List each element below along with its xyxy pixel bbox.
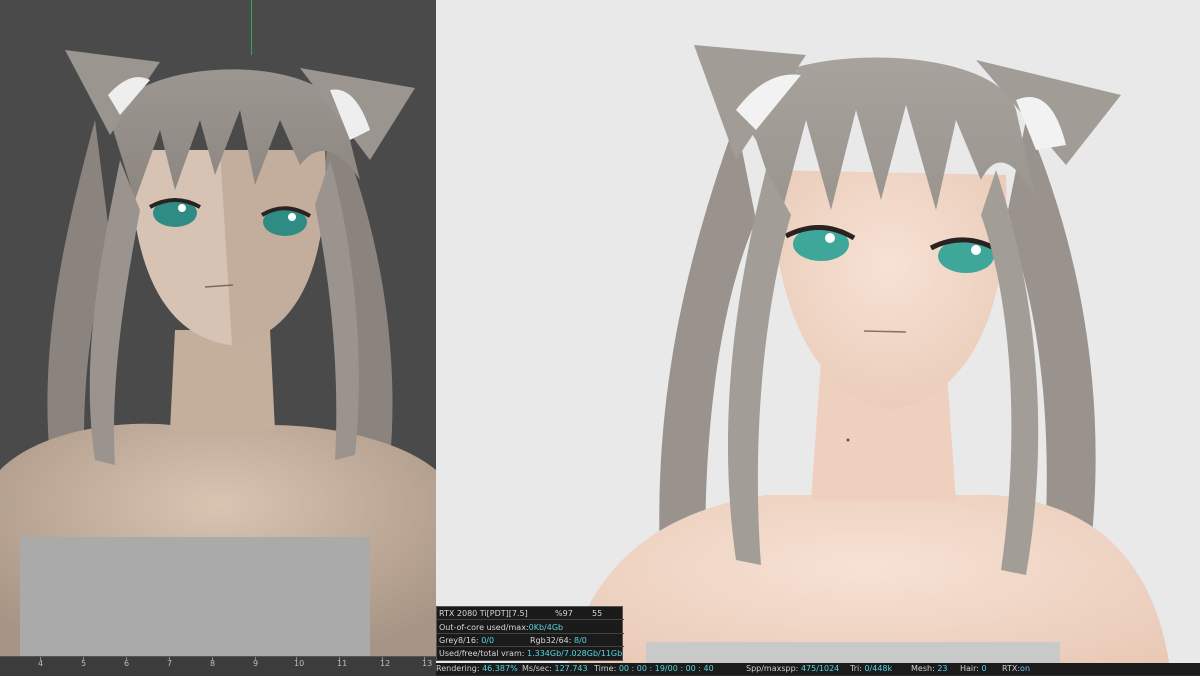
timeline-tick: 7 (167, 659, 173, 668)
timeline-tick-mark (339, 657, 340, 660)
rendering-value: 46.387% (482, 664, 518, 673)
mesh-label: Mesh: (911, 664, 935, 673)
tri-value: 0/448k (864, 664, 893, 673)
gpu-usage: %97 (555, 609, 573, 618)
timeline-tick: 9 (253, 659, 259, 668)
timeline-tick: 11 (337, 659, 348, 668)
grey-label: Grey8/16: (439, 636, 479, 645)
rgb-value: 8/0 (574, 636, 587, 645)
timeline-tick-mark (296, 657, 297, 660)
vram-label: Used/free/total vram: (439, 649, 525, 658)
render-status-bar: Rendering: 46.387% Ms/sec: 127.743 Time:… (436, 663, 1200, 675)
render-view[interactable] (436, 0, 1200, 675)
hair-label: Hair: (960, 664, 979, 673)
timeline-tick-mark (212, 657, 213, 660)
ms-label: Ms/sec: (522, 664, 552, 673)
gpu-row: RTX 2080 Ti[PDT][7.5] %97 55 (437, 607, 624, 620)
timeline-tick-mark (126, 657, 127, 660)
ms-value: 127.743 (554, 664, 588, 673)
rendering-label: Rendering: (436, 664, 480, 673)
timeline-tick-mark (40, 657, 41, 660)
timeline-tick: 10 (294, 659, 305, 668)
timeline-tick-mark (169, 657, 170, 660)
time-label: Time: (594, 664, 617, 673)
rtx-value: on (1020, 664, 1031, 673)
vram-value: 1.334Gb/7.028Gb/11Gb (526, 649, 623, 658)
timeline-tick-mark (83, 657, 84, 660)
timeline-tick-mark (255, 657, 256, 660)
viewport-character-model (0, 50, 436, 656)
rtx-label: RTX: (1002, 664, 1021, 673)
gpu-stats-panel: RTX 2080 Ti[PDT][7.5] %97 55 Out-of-core… (436, 606, 624, 661)
timeline-tick-mark (424, 657, 425, 660)
texture-row: Grey8/16: 0/0 Rgb32/64: 8/0 (437, 634, 624, 647)
time-value: 00 : 00 : 19/00 : 00 : 40 (618, 664, 714, 673)
timeline-tick: 12 (380, 659, 391, 668)
hair-value: 0 (981, 664, 987, 673)
grey-value: 0/0 (481, 636, 495, 645)
timeline-bar[interactable]: 4 5 6 7 8 9 10 11 12 13 (0, 656, 436, 676)
timeline-tick: 8 (210, 659, 216, 668)
timeline-tick-mark (382, 657, 383, 660)
tri-label: Tri: (850, 664, 862, 673)
out-of-core-row: Out-of-core used/max:0Kb/4Gb (437, 621, 624, 634)
out-of-core-label: Out-of-core used/max: (439, 623, 529, 632)
gpu-temperature: 55 (592, 609, 603, 618)
timeline-tick: 4 (38, 659, 44, 668)
vram-row: Used/free/total vram: 1.334Gb/7.028Gb/11… (437, 647, 624, 660)
spp-label: Spp/maxspp: (746, 664, 799, 673)
timeline-tick: 6 (124, 659, 130, 668)
y-axis-gizmo (251, 0, 252, 55)
gpu-name: RTX 2080 Ti[PDT][7.5] (439, 609, 528, 618)
maya-viewport[interactable] (0, 0, 436, 675)
rgb-label: Rgb32/64: (530, 636, 572, 645)
spp-value: 475/1024 (800, 664, 840, 673)
timeline-tick: 5 (81, 659, 87, 668)
out-of-core-value: 0Kb/4Gb (528, 623, 564, 632)
rendered-character (566, 45, 1171, 675)
timeline-tick: 13 (422, 659, 433, 668)
mesh-value: 23 (937, 664, 948, 673)
